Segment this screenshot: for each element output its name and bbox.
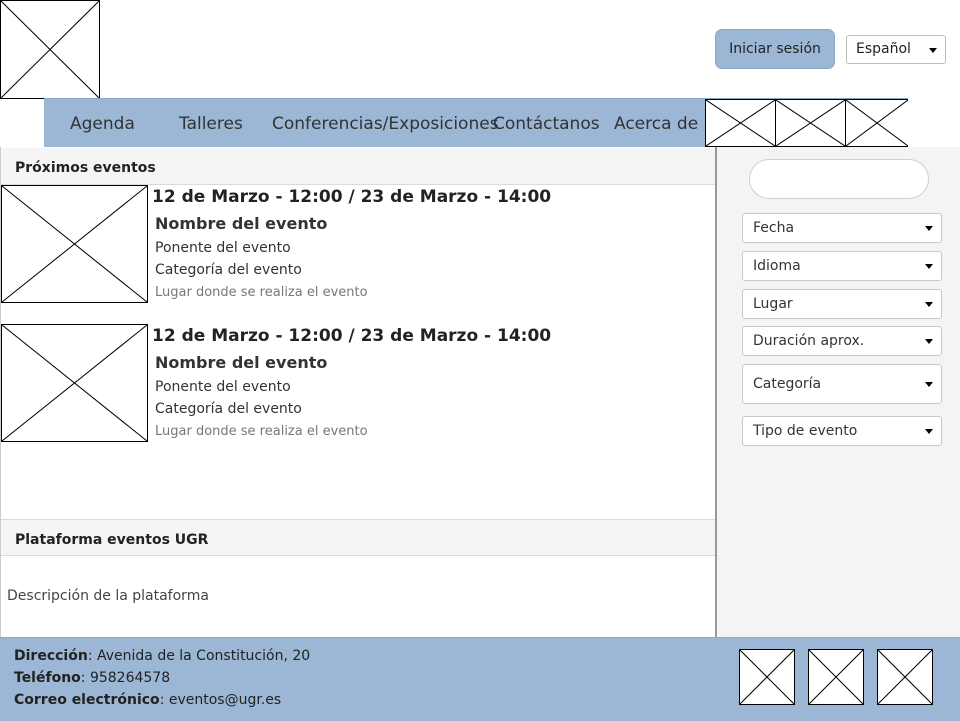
filter-label: Tipo de evento bbox=[753, 423, 858, 439]
address-label: Dirección bbox=[14, 648, 88, 664]
filter-fecha[interactable]: Fecha bbox=[742, 213, 942, 243]
upcoming-events-heading: Próximos eventos bbox=[1, 148, 715, 185]
filter-label: Lugar bbox=[753, 296, 793, 312]
chevron-down-icon bbox=[925, 429, 933, 434]
email-value[interactable]: : eventos@ugr.es bbox=[160, 692, 282, 708]
language-select[interactable]: Español bbox=[846, 35, 946, 64]
event-name[interactable]: Nombre del evento bbox=[155, 353, 327, 372]
filter-label: Fecha bbox=[753, 220, 795, 236]
platform-heading: Plataforma eventos UGR bbox=[1, 519, 715, 556]
filter-label: Idioma bbox=[753, 258, 801, 274]
event-image-placeholder[interactable] bbox=[1, 185, 148, 303]
filter-categoria[interactable]: Categoría bbox=[742, 364, 942, 404]
filter-lugar[interactable]: Lugar bbox=[742, 289, 942, 319]
event-date: 12 de Marzo - 12:00 / 23 de Marzo - 14:0… bbox=[152, 326, 552, 346]
event-place: Lugar donde se realiza el evento bbox=[155, 285, 368, 300]
event-date: 12 de Marzo - 12:00 / 23 de Marzo - 14:0… bbox=[152, 187, 552, 207]
phone-value: : 958264578 bbox=[80, 670, 171, 686]
footer-social-icon-1[interactable] bbox=[739, 649, 795, 705]
nav-item-agenda[interactable]: Agenda bbox=[70, 99, 135, 148]
filter-tipo-evento[interactable]: Tipo de evento bbox=[742, 416, 942, 446]
chevron-down-icon bbox=[925, 226, 933, 231]
language-select-value: Español bbox=[856, 41, 911, 57]
footer-email: Correo electrónico: eventos@ugr.es bbox=[14, 692, 281, 708]
event-category: Categoría del evento bbox=[155, 401, 302, 417]
filter-idioma[interactable]: Idioma bbox=[742, 251, 942, 281]
footer-social-icon-3[interactable] bbox=[877, 649, 933, 705]
filter-duracion[interactable]: Duración aprox. bbox=[742, 326, 942, 356]
footer-address: Dirección: Avenida de la Constitución, 2… bbox=[14, 648, 310, 664]
social-icon-placeholder-3[interactable] bbox=[845, 99, 908, 147]
footer-phone: Teléfono: 958264578 bbox=[14, 670, 170, 686]
logo-image-placeholder bbox=[0, 0, 100, 99]
email-label: Correo electrónico bbox=[14, 692, 160, 708]
filter-label: Categoría bbox=[753, 376, 822, 392]
chevron-down-icon bbox=[925, 382, 933, 387]
event-category: Categoría del evento bbox=[155, 262, 302, 278]
event-name[interactable]: Nombre del evento bbox=[155, 214, 327, 233]
phone-label: Teléfono bbox=[14, 670, 81, 686]
event-place: Lugar donde se realiza el evento bbox=[155, 424, 368, 439]
chevron-down-icon bbox=[925, 339, 933, 344]
search-input[interactable] bbox=[749, 159, 929, 199]
nav-item-talleres[interactable]: Talleres bbox=[179, 99, 243, 148]
nav-item-acerca-de[interactable]: Acerca de bbox=[614, 99, 698, 148]
social-icon-placeholder-2[interactable] bbox=[775, 99, 846, 147]
social-icon-placeholder-1[interactable] bbox=[705, 99, 776, 147]
login-button[interactable]: Iniciar sesión bbox=[715, 29, 835, 69]
footer-social-icon-2[interactable] bbox=[808, 649, 864, 705]
filter-label: Duración aprox. bbox=[753, 333, 865, 349]
event-speaker: Ponente del evento bbox=[155, 379, 291, 395]
chevron-down-icon bbox=[925, 264, 933, 269]
platform-description: Descripción de la plataforma bbox=[7, 588, 209, 604]
nav-item-conferencias[interactable]: Conferencias/Exposiciones bbox=[272, 99, 499, 148]
chevron-down-icon bbox=[929, 47, 937, 53]
chevron-down-icon bbox=[925, 302, 933, 307]
event-image-placeholder[interactable] bbox=[1, 324, 148, 442]
address-value: : Avenida de la Constitución, 20 bbox=[87, 648, 311, 664]
nav-item-contactanos[interactable]: Contáctanos bbox=[493, 99, 600, 148]
event-speaker: Ponente del evento bbox=[155, 240, 291, 256]
